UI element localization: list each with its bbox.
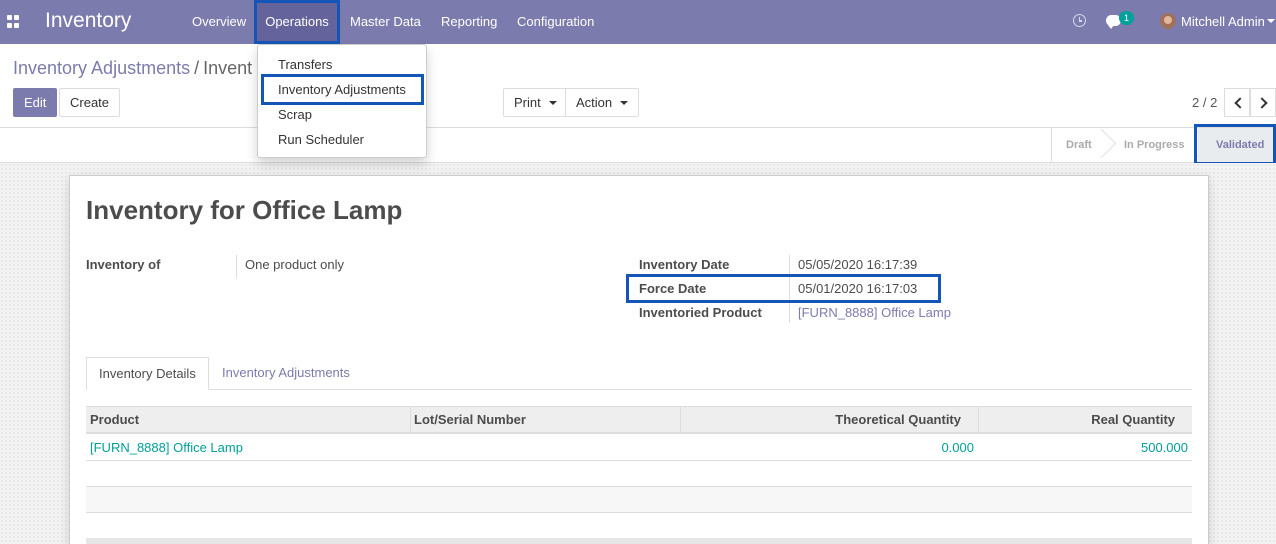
inventory-date-label: Inventory Date [639,257,730,272]
column-separator [978,407,979,433]
table-header: Product Lot/Serial Number Theoretical Qu… [86,406,1192,434]
status-in-progress: In Progress [1124,139,1185,151]
statusbar-divider [1051,128,1052,162]
apps-menu-icon[interactable] [7,15,20,28]
field-divider [789,255,790,323]
menu-overview[interactable]: Overview [183,0,255,44]
menu-item-transfers[interactable]: Transfers [278,57,332,72]
menu-item-inventory-adjustments[interactable]: Inventory Adjustments [278,82,406,97]
menu-master-data[interactable]: Master Data [341,0,430,44]
action-dropdown-button[interactable]: Action [565,88,640,117]
cell-theoretical-quantity[interactable]: 0.000 [941,440,974,455]
action-label: Action [576,95,613,110]
app-title[interactable]: Inventory [45,9,131,33]
column-separator [410,407,411,433]
breadcrumb: Inventory Adjustments / Invent [13,58,252,79]
menu-item-scrap[interactable]: Scrap [278,107,312,122]
form-title: Inventory for Office Lamp [86,195,403,225]
empty-table-row [86,461,1192,486]
chevron-left-icon [1234,97,1246,109]
pager-value[interactable]: 2 / 2 [1192,95,1217,110]
inventoried-product-link[interactable]: [FURN_8888] Office Lamp [798,305,951,320]
action-caret-icon [620,100,629,105]
table-footer [86,538,1192,544]
breadcrumb-current: Invent [203,58,253,78]
cell-real-quantity[interactable]: 500.000 [1141,440,1188,455]
empty-table-row [86,487,1192,512]
breadcrumb-separator: / [194,58,200,78]
breadcrumb-parent-link[interactable]: Inventory Adjustments [13,58,190,78]
status-arrow-separator [1098,128,1116,162]
inventory-date-value: 05/05/2020 16:17:39 [798,257,918,272]
user-menu-caret-icon[interactable] [1267,19,1275,23]
pager-previous-button[interactable] [1224,88,1250,117]
user-menu-name[interactable]: Mitchell Admin [1181,14,1265,29]
column-header-theoretical-quantity[interactable]: Theoretical Quantity [835,407,961,433]
chevron-right-icon [1256,97,1268,109]
edit-button[interactable]: Edit [13,88,58,117]
tab-inventory-details[interactable]: Inventory Details [86,357,209,390]
row-divider [86,512,1192,513]
pager-next-button[interactable] [1250,88,1276,117]
print-caret-icon [548,100,557,105]
field-divider [236,255,237,278]
inventory-of-value: One product only [245,257,345,272]
form-statusbar: Draft In Progress Validated [0,127,1276,163]
user-avatar[interactable] [1160,13,1176,29]
menu-configuration[interactable]: Configuration [508,0,603,44]
force-date-value: 05/01/2020 16:17:03 [798,281,918,296]
column-header-real-quantity[interactable]: Real Quantity [1091,407,1175,433]
status-validated: Validated [1198,128,1274,162]
chat-count-badge: 1 [1119,11,1134,25]
column-header-product[interactable]: Product [90,407,139,433]
activity-clock-icon[interactable] [1073,14,1086,27]
menu-item-run-scheduler[interactable]: Run Scheduler [278,132,364,147]
inventoried-product-label: Inventoried Product [639,305,762,320]
menu-reporting[interactable]: Reporting [432,0,506,44]
menu-operations[interactable]: Operations [256,0,338,44]
column-separator [680,407,681,433]
cell-product[interactable]: [FURN_8888] Office Lamp [90,440,243,455]
print-label: Print [514,95,541,110]
force-date-label: Force Date [639,281,707,296]
tab-inventory-adjustments[interactable]: Inventory Adjustments [210,357,362,390]
print-dropdown-button[interactable]: Print [503,88,568,117]
column-header-lot-serial[interactable]: Lot/Serial Number [414,407,526,433]
create-button[interactable]: Create [59,88,121,117]
top-navbar: Inventory Overview Operations Master Dat… [0,0,1276,44]
inventory-of-label: Inventory of [86,257,161,272]
